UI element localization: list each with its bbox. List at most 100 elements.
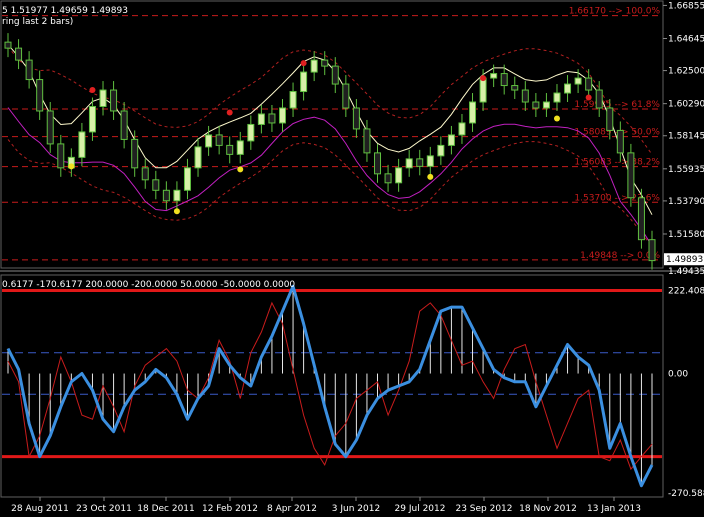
candle-body-17 xyxy=(183,167,191,191)
candle-body-61 xyxy=(648,239,656,262)
main-header-ohlc: 5 1.51977 1.49659 1.49893 xyxy=(2,6,128,16)
fibo-label-3: 1.56083 --> 38.2% xyxy=(574,158,660,168)
candle-body-22 xyxy=(236,140,244,155)
candle-body-35 xyxy=(374,152,382,175)
cci-signal-line xyxy=(7,301,653,471)
time-tick-label-0: 28 Aug 2011 xyxy=(11,504,69,514)
candle-body-7 xyxy=(78,131,86,158)
chart-canvas[interactable]: 1.66170 --> 100.0%1.59935 --> 61.8%1.580… xyxy=(0,0,704,517)
candle-body-42 xyxy=(447,134,455,146)
candle-body-33 xyxy=(352,107,360,130)
candle-body-56 xyxy=(595,89,603,109)
candle-body-28 xyxy=(300,71,308,93)
candle-body-41 xyxy=(437,144,445,157)
price-tick-label-1: 1.64645 xyxy=(668,34,704,44)
candle-body-12 xyxy=(131,138,139,169)
candle-body-55 xyxy=(585,77,593,91)
candle-body-4 xyxy=(46,110,54,145)
swing-low-marker-3 xyxy=(427,173,434,180)
price-tick-label-5: 1.55935 xyxy=(668,165,704,175)
upper-ma-line xyxy=(7,44,653,215)
candle-body-53 xyxy=(564,83,572,94)
swing-high-marker-4 xyxy=(585,94,592,101)
candle-body-2 xyxy=(25,59,33,81)
candle-body-44 xyxy=(469,101,477,124)
candle-body-29 xyxy=(310,59,318,73)
candle-body-32 xyxy=(342,83,350,109)
indicator-header: 0.6177 -170.6177 200.0000 -200.0000 50.0… xyxy=(2,280,295,290)
candle-body-30 xyxy=(321,59,329,67)
price-tick-label-4: 1.58145 xyxy=(668,132,704,142)
swing-low-marker-4 xyxy=(553,115,560,122)
magenta-ma-line xyxy=(7,107,653,246)
candle-body-23 xyxy=(247,123,255,142)
candle-body-40 xyxy=(426,155,434,167)
lower-band-line xyxy=(7,139,653,248)
candle-body-57 xyxy=(606,107,614,131)
candle-body-0 xyxy=(4,41,12,49)
candle-body-37 xyxy=(395,167,403,184)
price-tick-label-7: 1.51580 xyxy=(668,230,704,240)
swing-low-marker-2 xyxy=(237,166,244,173)
candle-body-60 xyxy=(637,197,645,241)
price-tick-label-2: 1.62500 xyxy=(668,67,704,77)
candle-body-24 xyxy=(257,113,265,125)
price-tick-label-6: 1.53790 xyxy=(668,197,704,207)
swing-high-marker-3 xyxy=(480,75,487,82)
candle-body-27 xyxy=(289,91,297,109)
candle-body-11 xyxy=(120,110,128,140)
time-tick-label-9: 13 Jan 2013 xyxy=(587,504,641,514)
candle-body-34 xyxy=(363,128,371,154)
candle-body-47 xyxy=(500,73,508,87)
time-tick-label-4: 8 Apr 2012 xyxy=(267,504,317,514)
candle-body-14 xyxy=(152,179,160,191)
time-tick-label-3: 12 Feb 2012 xyxy=(202,504,258,514)
fibo-label-1: 1.59935 --> 61.8% xyxy=(574,100,660,110)
candle-body-31 xyxy=(331,65,339,85)
candle-body-51 xyxy=(542,101,550,109)
cci-bottom-label: -270.588 xyxy=(668,489,704,499)
candle-body-54 xyxy=(574,77,582,85)
candle-body-50 xyxy=(532,101,540,109)
candle-body-3 xyxy=(36,79,44,112)
candle-body-1 xyxy=(15,47,23,61)
main-header-note: ring last 2 bars) xyxy=(2,17,73,27)
candle-body-36 xyxy=(384,173,392,184)
cci-zero-label: 0.00 xyxy=(668,370,688,380)
main-panel-frame xyxy=(0,0,664,269)
price-bottom-label: 1.49435 xyxy=(668,267,704,277)
candle-body-46 xyxy=(490,73,498,79)
candle-body-58 xyxy=(616,129,624,154)
time-tick-label-6: 29 Jul 2012 xyxy=(395,504,446,514)
swing-low-marker-0 xyxy=(68,163,75,170)
candle-body-45 xyxy=(479,77,487,103)
candle-body-13 xyxy=(141,167,149,181)
candle-body-26 xyxy=(278,107,286,124)
swing-high-marker-0 xyxy=(89,87,96,94)
candle-body-18 xyxy=(194,146,202,169)
swing-low-marker-1 xyxy=(173,208,180,215)
candle-body-15 xyxy=(162,189,170,202)
cci-indicator-chart xyxy=(2,284,662,488)
price-tick-label-3: 1.60290 xyxy=(668,100,704,110)
candle-body-9 xyxy=(99,89,107,107)
candle-body-19 xyxy=(205,134,213,148)
cci-top-label: 222.4086 xyxy=(668,286,704,296)
price-tick-label-0: 1.66855 xyxy=(668,1,704,11)
candle-body-59 xyxy=(627,152,635,199)
time-tick-label-2: 18 Dec 2011 xyxy=(137,504,195,514)
current-price-label: 1.49893 xyxy=(666,255,703,265)
candle-body-8 xyxy=(88,105,96,133)
time-tick-label-8: 18 Nov 2012 xyxy=(519,504,577,514)
fibo-label-5: 1.49848 --> 0.0% xyxy=(580,251,660,261)
swing-high-marker-2 xyxy=(300,60,307,67)
candle-body-25 xyxy=(268,113,276,124)
candle-body-5 xyxy=(57,143,65,169)
time-tick-label-7: 23 Sep 2012 xyxy=(455,504,512,514)
candle-body-39 xyxy=(416,158,424,167)
time-tick-label-1: 23 Oct 2011 xyxy=(76,504,132,514)
indicator-panel-frame xyxy=(0,274,664,498)
main-price-chart: 1.66170 --> 100.0%1.59935 --> 61.8%1.580… xyxy=(2,7,662,270)
fibo-label-0: 1.66170 --> 100.0% xyxy=(569,7,661,17)
candle-body-16 xyxy=(173,189,181,202)
